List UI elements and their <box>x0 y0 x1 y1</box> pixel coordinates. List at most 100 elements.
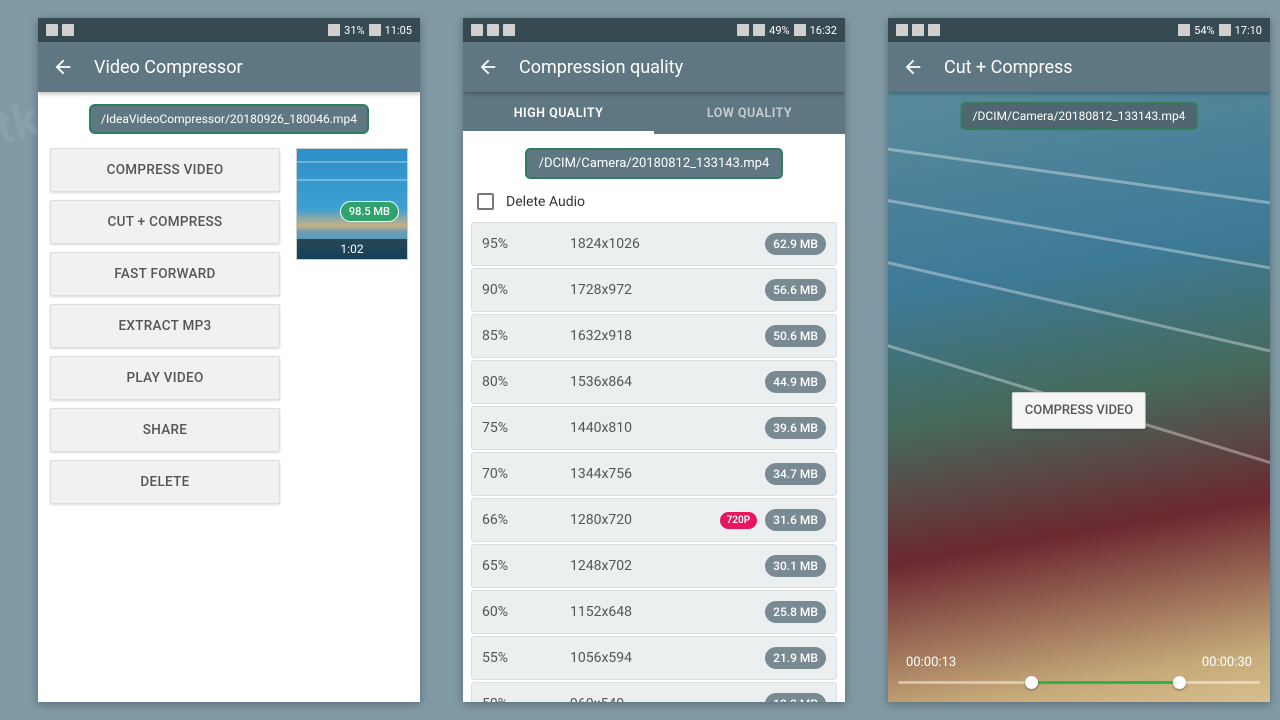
trim-handle-end[interactable] <box>1173 676 1186 689</box>
action-button[interactable]: PLAY VIDEO <box>50 356 280 400</box>
quality-resolution: 1248x702 <box>542 558 765 574</box>
status-time: 11:05 <box>385 24 412 37</box>
quality-size-badge: 30.1 MB <box>765 555 826 577</box>
battery-pct: 49% <box>769 24 789 37</box>
quality-row[interactable]: 65%1248x70230.1 MB <box>471 544 837 588</box>
quality-row[interactable]: 60%1152x64825.8 MB <box>471 590 837 634</box>
battery-icon <box>794 24 806 36</box>
back-icon[interactable] <box>902 56 924 78</box>
status-icon <box>912 24 924 36</box>
phone-screen-2: 49% 16:32 Compression quality HIGH QUALI… <box>463 18 845 702</box>
quality-resolution: 1632x918 <box>542 328 765 344</box>
status-bar: 49% 16:32 <box>463 18 845 42</box>
quality-resolution: 1440x810 <box>542 420 765 436</box>
action-button[interactable]: CUT + COMPRESS <box>50 200 280 244</box>
status-bar: 31% 11:05 <box>38 18 420 42</box>
tab-low-quality[interactable]: LOW QUALITY <box>654 92 845 134</box>
app-title: Cut + Compress <box>944 57 1073 78</box>
quality-size-badge: 21.9 MB <box>765 647 826 669</box>
status-time: 16:32 <box>810 24 837 37</box>
quality-size-badge: 44.9 MB <box>765 371 826 393</box>
battery-pct: 31% <box>344 24 364 37</box>
status-icon <box>62 24 74 36</box>
app-bar: Cut + Compress <box>888 42 1270 92</box>
quality-size-badge: 34.7 MB <box>765 463 826 485</box>
signal-icon <box>753 24 765 36</box>
quality-pct: 95% <box>482 236 542 252</box>
quality-pct: 60% <box>482 604 542 620</box>
app-bar: Compression quality <box>463 42 845 92</box>
quality-row[interactable]: 90%1728x97256.6 MB <box>471 268 837 312</box>
quality-row[interactable]: 66%1280x720720P31.6 MB <box>471 498 837 542</box>
status-icon <box>487 24 499 36</box>
status-icon <box>503 24 515 36</box>
action-button[interactable]: EXTRACT MP3 <box>50 304 280 348</box>
quality-pct: 50% <box>482 696 542 702</box>
app-bar: Video Compressor <box>38 42 420 92</box>
file-size-badge: 98.5 MB <box>340 201 399 222</box>
signal-icon <box>1178 24 1190 36</box>
video-thumbnail[interactable]: 98.5 MB 1:02 <box>296 148 408 260</box>
delete-audio-checkbox[interactable] <box>477 193 494 210</box>
action-button[interactable]: DELETE <box>50 460 280 504</box>
phone-screen-1: 31% 11:05 Video Compressor /IdeaVideoCom… <box>38 18 420 702</box>
file-path-chip: /IdeaVideoCompressor/20180926_180046.mp4 <box>89 104 369 134</box>
trim-end-time: 00:00:30 <box>1202 655 1252 670</box>
quality-resolution: 1728x972 <box>542 282 765 298</box>
trim-start-time: 00:00:13 <box>906 655 956 670</box>
status-icon <box>928 24 940 36</box>
quality-pct: 85% <box>482 328 542 344</box>
phone-screen-3: 54% 17:10 Cut + Compress /DCIM/Camera/20… <box>888 18 1270 702</box>
quality-resolution: 1344x756 <box>542 466 765 482</box>
file-path-chip: /DCIM/Camera/20180812_133143.mp4 <box>961 102 1198 130</box>
quality-pct: 80% <box>482 374 542 390</box>
quality-pct: 70% <box>482 466 542 482</box>
battery-icon <box>1219 24 1231 36</box>
action-button[interactable]: FAST FORWARD <box>50 252 280 296</box>
signal-icon <box>328 24 340 36</box>
trim-slider[interactable] <box>898 676 1260 690</box>
quality-size-badge: 50.6 MB <box>765 325 826 347</box>
app-title: Compression quality <box>519 57 683 78</box>
quality-size-badge: 25.8 MB <box>765 601 826 623</box>
back-icon[interactable] <box>52 56 74 78</box>
quality-row[interactable]: 70%1344x75634.7 MB <box>471 452 837 496</box>
file-path-chip: /DCIM/Camera/20180812_133143.mp4 <box>525 148 784 179</box>
resolution-720p-badge: 720P <box>720 512 758 529</box>
quality-pct: 55% <box>482 650 542 666</box>
quality-size-badge: 56.6 MB <box>765 279 826 301</box>
battery-pct: 54% <box>1194 24 1214 37</box>
status-icon <box>471 24 483 36</box>
app-title: Video Compressor <box>94 57 243 78</box>
quality-resolution: 1824x1026 <box>542 236 765 252</box>
status-bar: 54% 17:10 <box>888 18 1270 42</box>
quality-size-badge: 62.9 MB <box>765 233 826 255</box>
quality-size-badge: 31.6 MB <box>765 509 826 531</box>
action-button[interactable]: COMPRESS VIDEO <box>50 148 280 192</box>
video-duration: 1:02 <box>297 239 407 259</box>
quality-row[interactable]: 75%1440x81039.6 MB <box>471 406 837 450</box>
quality-resolution: 1152x648 <box>542 604 765 620</box>
tab-high-quality[interactable]: HIGH QUALITY <box>463 92 654 134</box>
quality-pct: 66% <box>482 512 542 528</box>
quality-row[interactable]: 80%1536x86444.9 MB <box>471 360 837 404</box>
quality-pct: 90% <box>482 282 542 298</box>
video-preview[interactable]: /DCIM/Camera/20180812_133143.mp4 COMPRES… <box>888 92 1270 702</box>
quality-row[interactable]: 50%960x54018.3 MB <box>471 682 837 702</box>
quality-row[interactable]: 55%1056x59421.9 MB <box>471 636 837 680</box>
quality-row[interactable]: 85%1632x91850.6 MB <box>471 314 837 358</box>
delete-audio-row[interactable]: Delete Audio <box>463 189 845 222</box>
quality-resolution: 960x540 <box>542 696 765 702</box>
back-icon[interactable] <box>477 56 499 78</box>
compress-video-button[interactable]: COMPRESS VIDEO <box>1012 392 1146 429</box>
action-button[interactable]: SHARE <box>50 408 280 452</box>
trim-handle-start[interactable] <box>1025 676 1038 689</box>
quality-pct: 65% <box>482 558 542 574</box>
quality-tab-bar: HIGH QUALITY LOW QUALITY <box>463 92 845 134</box>
status-icon <box>46 24 58 36</box>
cast-icon <box>737 24 749 36</box>
quality-resolution: 1536x864 <box>542 374 765 390</box>
quality-size-badge: 18.3 MB <box>765 693 826 702</box>
quality-row[interactable]: 95%1824x102662.9 MB <box>471 222 837 266</box>
quality-size-badge: 39.6 MB <box>765 417 826 439</box>
